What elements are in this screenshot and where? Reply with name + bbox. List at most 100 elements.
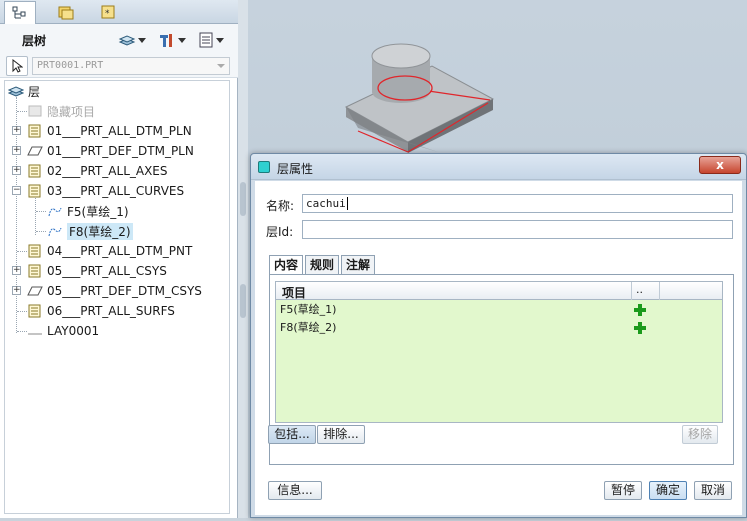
name-field-value: cachui [306, 197, 346, 210]
model-tree-icon [12, 6, 26, 19]
tree-item[interactable]: 03___PRT_ALL_CURVES [27, 182, 184, 200]
tab-favorites[interactable]: * [92, 1, 124, 23]
expand-toggle[interactable]: + [12, 126, 21, 135]
datum-plane-icon [27, 146, 43, 156]
datum-plane-icon [27, 286, 43, 296]
items-table-header: 项目 .. [276, 282, 722, 300]
model-selector[interactable]: PRT0001.PRT [32, 57, 230, 75]
tree-root[interactable]: 层 [8, 82, 40, 100]
plus-icon [634, 322, 646, 334]
folder-browser-icon [58, 6, 74, 20]
table-row[interactable]: F5(草绘_1) [280, 301, 336, 319]
close-button[interactable]: x [699, 156, 741, 174]
layer-properties-dialog: 层属性 x 名称: cachui 层Id: 内容 规则 注解 项目 .. F5(… [250, 153, 747, 518]
chevron-down-icon [216, 37, 224, 43]
plus-icon [634, 304, 646, 316]
tree-item[interactable]: 01___PRT_DEF_DTM_PLN [27, 142, 194, 160]
list-settings-icon [199, 32, 213, 48]
chevron-down-icon [178, 37, 186, 43]
column-divider [631, 282, 632, 300]
tree-item-child[interactable]: F5(草绘_1) [47, 202, 129, 220]
tree-item-hidden[interactable]: 隐藏项目 [27, 102, 95, 120]
include-button[interactable]: 包括... [268, 425, 316, 444]
splitter-grip[interactable] [240, 182, 246, 216]
tree-item-label: F8(草绘_2) [67, 222, 133, 240]
tab-rules[interactable]: 规则 [305, 255, 340, 275]
favorites-icon: * [101, 5, 115, 19]
tree-item-label: LAY0001 [47, 324, 100, 338]
column-header-status: .. [636, 283, 643, 296]
layer-id-label: 层Id: [266, 225, 294, 239]
pause-button[interactable]: 暂停 [604, 481, 642, 500]
ok-button[interactable]: 确定 [649, 481, 687, 500]
tools-button[interactable] [158, 30, 186, 50]
tools-icon [160, 34, 172, 47]
tree-item-label: 06___PRT_ALL_SURFS [47, 304, 175, 318]
layers-stack-icon [8, 86, 24, 97]
tree-item[interactable]: 01___PRT_ALL_DTM_PLN [27, 122, 192, 140]
tree-item[interactable]: 02___PRT_ALL_AXES [27, 162, 168, 180]
dialog-title: 层属性 [277, 162, 314, 176]
tree-item[interactable]: 05___PRT_ALL_CSYS [27, 262, 167, 280]
expand-toggle[interactable]: + [12, 146, 21, 155]
model-selector-row: PRT0001.PRT [0, 54, 238, 78]
tree-item[interactable]: 06___PRT_ALL_SURFS [27, 302, 175, 320]
tree-item-label: 02___PRT_ALL_AXES [47, 164, 168, 178]
tab-model-tree[interactable] [4, 1, 36, 25]
select-arrow-button[interactable] [6, 56, 28, 76]
tree-connector [17, 111, 27, 112]
cylinder-top [371, 43, 431, 69]
info-button[interactable]: 信息... [268, 481, 322, 500]
dialog-titlebar[interactable]: 层属性 x [251, 154, 746, 180]
tree-item-label: 01___PRT_DEF_DTM_PLN [47, 144, 194, 158]
tab-notes[interactable]: 注解 [341, 255, 376, 275]
navigator-tabbar: * [0, 0, 238, 25]
collapse-toggle[interactable]: − [12, 186, 21, 195]
tree-item[interactable]: LAY0001 [27, 322, 99, 340]
sketch-curve-icon [48, 207, 62, 217]
cancel-button[interactable]: 取消 [694, 481, 732, 500]
text-caret [346, 197, 348, 210]
tree-item-label: 05___PRT_ALL_CSYS [47, 264, 167, 278]
chevron-down-icon [217, 64, 225, 68]
tree-connector [17, 251, 27, 252]
panel-splitter[interactable] [238, 0, 248, 518]
tree-header: 层树 [0, 24, 238, 54]
tree-item[interactable]: 04___PRT_ALL_DTM_PNT [27, 242, 192, 260]
show-button[interactable] [198, 30, 224, 50]
tab-content[interactable]: 内容 [269, 255, 304, 276]
name-field[interactable]: cachui [302, 194, 733, 213]
exclude-button[interactable]: 排除... [317, 425, 365, 444]
tree-item-label: 隐藏项目 [47, 104, 96, 119]
empty-layer-icon [28, 333, 42, 335]
items-table: 项目 .. F5(草绘_1) F8(草绘_2) [275, 281, 723, 423]
chevron-down-icon [138, 37, 146, 43]
layer-sheet-icon [28, 164, 41, 178]
layer-sheet-icon [28, 184, 41, 198]
tree-item[interactable]: 05___PRT_DEF_DTM_CSYS [27, 282, 202, 300]
tree-root-label: 层 [28, 84, 41, 99]
column-divider [659, 282, 660, 300]
table-row[interactable]: F8(草绘_2) [280, 319, 336, 337]
expand-toggle[interactable]: + [12, 266, 21, 275]
layer-sheet-icon [28, 264, 41, 278]
tree-item-label: 04___PRT_ALL_DTM_PNT [47, 244, 193, 258]
splitter-grip[interactable] [240, 284, 246, 318]
column-header-item: 项目 [282, 286, 307, 300]
layer-sheet-icon [28, 244, 41, 258]
tab-folder-browser[interactable] [50, 1, 82, 23]
tree-item-label: 01___PRT_ALL_DTM_PLN [47, 124, 192, 138]
table-cell-item: F8(草绘_2) [280, 321, 337, 334]
tree-title: 层树 [22, 34, 47, 48]
content-tab-pane: 项目 .. F5(草绘_1) F8(草绘_2) 包括... 排除... 移除 [268, 274, 734, 465]
remove-button[interactable]: 移除 [682, 425, 718, 444]
expand-toggle[interactable]: + [12, 286, 21, 295]
svg-text:*: * [105, 9, 110, 19]
layer-properties-icon [258, 161, 270, 173]
expand-toggle[interactable]: + [12, 166, 21, 175]
layer-id-field[interactable] [302, 220, 733, 239]
model-tree-panel: * 层树 PRT0001.PRT 层 隐藏项目 + 01___PRT_ALL_D… [0, 0, 238, 518]
tree-item-label: 05___PRT_DEF_DTM_CSYS [47, 284, 202, 298]
tree-item-child-selected[interactable]: F8(草绘_2) [47, 222, 133, 240]
layer-display-button[interactable] [118, 30, 146, 50]
